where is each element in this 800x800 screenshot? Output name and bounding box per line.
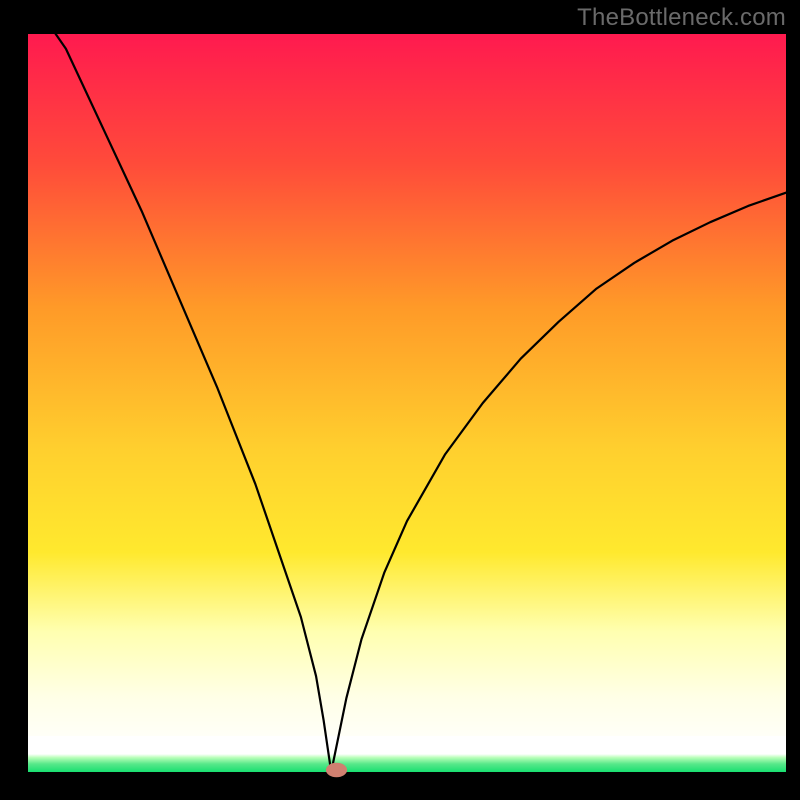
gradient-background: [28, 34, 786, 754]
optimum-marker: [326, 763, 347, 778]
white-strip: [28, 736, 786, 754]
bottleneck-chart: [0, 0, 800, 800]
chart-frame: TheBottleneck.com: [0, 0, 800, 800]
green-band: [28, 754, 786, 772]
watermark-text: TheBottleneck.com: [577, 4, 786, 32]
